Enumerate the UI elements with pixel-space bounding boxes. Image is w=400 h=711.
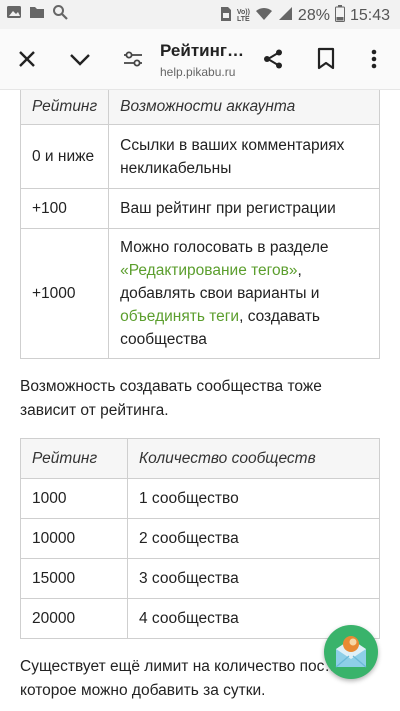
browser-toolbar: Рейтинг… help.pikabu.ru	[0, 29, 400, 90]
edit-tags-link[interactable]: «Редактирование тегов»	[120, 262, 297, 279]
header-abilities: Возможности аккаунта	[108, 90, 380, 125]
rating-abilities-table: Рейтинг Возможности аккаунта 0 и ниже Сс…	[19, 90, 380, 359]
clock: 15:43	[349, 7, 390, 24]
cell-abilities: Можно голосовать в разделе «Редактирован…	[108, 228, 380, 359]
volte-line2: LTE	[237, 16, 250, 23]
more-icon	[371, 49, 377, 69]
cell-rating: 1000	[20, 478, 128, 519]
share-button[interactable]	[255, 41, 291, 77]
page-content[interactable]: Рейтинг Возможности аккаунта 0 и ниже Сс…	[0, 90, 400, 711]
close-icon	[19, 51, 35, 67]
mail-icon	[335, 636, 367, 668]
folder-icon	[29, 4, 45, 25]
abilities-text: Можно голосовать в разделе	[120, 239, 329, 256]
cell-abilities: Ваш рейтинг при регистрации	[108, 188, 380, 229]
close-button[interactable]	[9, 41, 45, 77]
cell-rating: 15000	[20, 558, 128, 599]
table-row: +1000 Можно голосовать в разделе «Редакт…	[19, 228, 380, 359]
image-icon	[6, 4, 22, 25]
communities-paragraph: Возможность создавать сообщества тоже за…	[20, 378, 322, 419]
chevron-down-icon	[70, 54, 90, 66]
battery-percent: 28%	[297, 7, 330, 24]
table-header-row: Рейтинг Возможности аккаунта	[19, 90, 380, 125]
mail-fab-button[interactable]	[324, 625, 378, 679]
page-settings-icon	[124, 51, 142, 67]
cell-rating: +1000	[19, 228, 110, 359]
header-rating: Рейтинг	[19, 90, 110, 125]
table-row: 10000 2 сообщества	[20, 518, 380, 559]
cell-count: 3 сообщества	[127, 558, 380, 599]
collapse-button[interactable]	[62, 41, 98, 77]
cell-count: 1 сообщество	[127, 478, 380, 519]
share-icon	[264, 49, 282, 69]
header-rating: Рейтинг	[20, 438, 128, 479]
cell-rating: 10000	[20, 518, 128, 559]
table-row: 0 и ниже Ссылки в ваших комментариях нек…	[19, 124, 380, 189]
sim-icon	[220, 6, 232, 27]
volte-line1: Vo))	[236, 9, 250, 16]
table-row: +100 Ваш рейтинг при регистрации	[19, 188, 380, 229]
cell-rating: 20000	[20, 598, 128, 639]
wifi-icon	[255, 6, 273, 26]
search-icon	[52, 4, 68, 25]
cell-count: 2 сообщества	[127, 518, 380, 559]
signal-icon	[278, 6, 293, 26]
battery-icon	[334, 5, 345, 27]
header-communities: Количество сообществ	[127, 438, 380, 479]
bookmark-icon	[317, 47, 335, 70]
bookmark-button[interactable]	[308, 41, 344, 77]
volte-icon: Vo)) LTE	[237, 9, 250, 23]
table-row: 1000 1 сообщество	[20, 478, 380, 519]
cell-rating: 0 и ниже	[19, 124, 110, 189]
status-bar-left	[6, 4, 68, 25]
status-bar-right: Vo)) LTE 28% 15:43	[220, 5, 390, 27]
status-bar: Vo)) LTE 28% 15:43	[0, 0, 400, 29]
table-row: 15000 3 сообщества	[20, 558, 380, 599]
table-header-row: Рейтинг Количество сообществ	[20, 438, 380, 479]
page-settings-button[interactable]	[115, 41, 151, 77]
cell-rating: +100	[19, 188, 110, 229]
more-button[interactable]	[356, 41, 392, 77]
page-url: help.pikabu.ru	[160, 65, 236, 79]
communities-table: Рейтинг Количество сообществ 1000 1 сооб…	[20, 438, 380, 639]
page-title: Рейтинг…	[160, 41, 244, 60]
cell-abilities: Ссылки в ваших комментариях некликабельн…	[108, 124, 380, 189]
merge-tags-link[interactable]: объединять теги	[120, 308, 239, 325]
